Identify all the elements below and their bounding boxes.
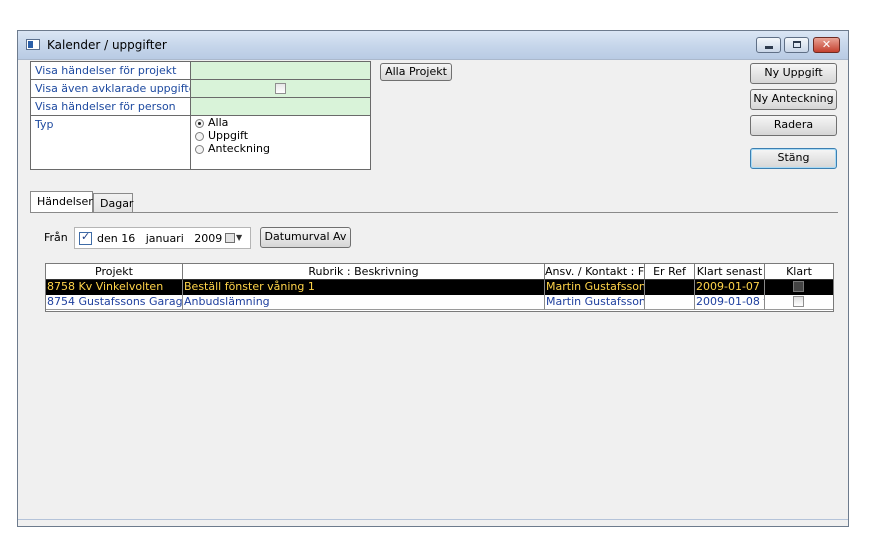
date-picker[interactable]: den 16 januari 2009 ▼: [74, 227, 251, 249]
from-label: Från: [44, 231, 68, 244]
maximize-button[interactable]: [784, 37, 809, 53]
cell-rubrik[interactable]: Beställ fönster våning 1: [183, 280, 545, 295]
date-value[interactable]: den 16 januari 2009: [97, 232, 222, 245]
filter-project-label: Visa händelser för projekt: [35, 64, 177, 77]
col-header-klart[interactable]: Klart: [765, 264, 833, 280]
done-checkbox[interactable]: [793, 296, 804, 307]
cell-klart-senast[interactable]: 2009-01-08 t: [695, 295, 765, 310]
cell-klart[interactable]: [765, 280, 833, 295]
type-radio-alla[interactable]: [195, 119, 204, 128]
done-checkbox[interactable]: [793, 281, 804, 292]
filter-type-label: Typ: [35, 118, 54, 131]
bottom-border: [18, 519, 848, 520]
cell-ansv[interactable]: Martin Gustafsson :: [545, 295, 645, 310]
app-window: Kalender / uppgifter ✕ Visa händelser fö…: [17, 30, 849, 527]
cell-er-ref[interactable]: [645, 295, 695, 310]
minimize-icon: [765, 46, 773, 49]
close-window-button[interactable]: ✕: [813, 37, 840, 53]
type-radio-group: Alla Uppgift Anteckning: [190, 116, 370, 169]
type-option-alla: Alla: [208, 116, 229, 129]
type-option-anteckning: Anteckning: [208, 142, 270, 155]
type-radio-anteckning[interactable]: [195, 145, 204, 154]
cell-er-ref[interactable]: [645, 280, 695, 295]
show-completed-checkbox[interactable]: [275, 83, 286, 94]
col-header-rubrik[interactable]: Rubrik : Beskrivning: [183, 264, 545, 280]
col-header-ansv[interactable]: Ansv. / Kontakt : F: [545, 264, 645, 280]
col-header-klart-senast[interactable]: Klart senast: [695, 264, 765, 280]
date-enabled-checkbox[interactable]: [79, 230, 92, 245]
window-title: Kalender / uppgifter: [47, 38, 167, 52]
filter-panel: Visa händelser för projekt Visa även avk…: [30, 61, 371, 170]
filter-completed-label: Visa även avklarade uppgifter: [35, 82, 200, 95]
filter-completed-field[interactable]: [190, 80, 370, 97]
all-projects-button[interactable]: Alla Projekt: [380, 63, 452, 81]
minimize-button[interactable]: [756, 37, 781, 53]
calendar-icon[interactable]: [225, 233, 235, 243]
chevron-down-icon[interactable]: ▼: [236, 233, 242, 242]
cell-projekt[interactable]: 8758 Kv Vinkelvolten: [46, 280, 183, 295]
date-filter-button[interactable]: Datumurval Av: [260, 227, 351, 248]
filter-person-label: Visa händelser för person: [35, 100, 176, 113]
tab-handelser[interactable]: Händelser: [30, 191, 93, 212]
cell-klart[interactable]: [765, 295, 833, 310]
tab-dagar[interactable]: Dagar: [93, 193, 133, 212]
type-option-uppgift: Uppgift: [208, 129, 249, 142]
close-icon: ✕: [821, 38, 832, 51]
filter-row-type: Typ Alla Uppgift Anteckning: [31, 116, 370, 169]
col-header-projekt[interactable]: Projekt: [46, 264, 183, 280]
filter-person-field[interactable]: [190, 98, 370, 115]
app-icon: [26, 39, 40, 50]
filter-project-field[interactable]: [190, 62, 370, 79]
maximize-icon: [793, 41, 801, 48]
filter-row-person[interactable]: Visa händelser för person: [31, 98, 370, 116]
new-task-button[interactable]: Ny Uppgift: [750, 63, 837, 84]
cell-rubrik[interactable]: Anbudslämning: [183, 295, 545, 310]
col-header-er-ref[interactable]: Er Ref: [645, 264, 695, 280]
filter-row-completed[interactable]: Visa även avklarade uppgifter: [31, 80, 370, 98]
title-bar[interactable]: Kalender / uppgifter ✕: [18, 31, 848, 60]
new-note-button[interactable]: Ny Anteckning: [750, 89, 837, 110]
tasks-table: Projekt Rubrik : Beskrivning Ansv. / Kon…: [45, 263, 834, 312]
filter-row-project[interactable]: Visa händelser för projekt: [31, 62, 370, 80]
cell-klart-senast[interactable]: 2009-01-07: [695, 280, 765, 295]
cell-ansv[interactable]: Martin Gustafsson :: [545, 280, 645, 295]
tab-divider: [30, 212, 838, 213]
cell-projekt[interactable]: 8754 Gustafssons Garage: [46, 295, 183, 310]
type-radio-uppgift[interactable]: [195, 132, 204, 141]
close-button[interactable]: Stäng: [750, 148, 837, 169]
delete-button[interactable]: Radera: [750, 115, 837, 136]
